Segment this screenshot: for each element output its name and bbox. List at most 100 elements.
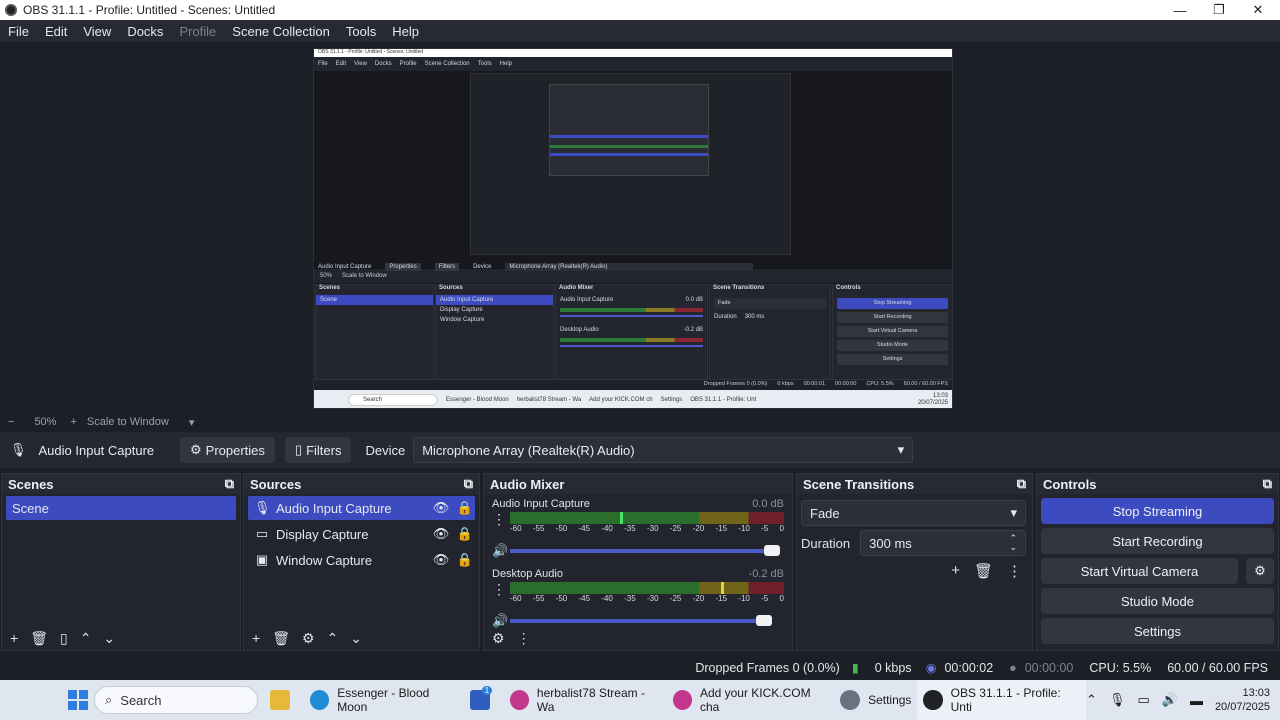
- trash-icon[interactable]: 🗑: [272, 630, 290, 647]
- preview-nested-bar: [550, 145, 708, 148]
- network-icon[interactable]: ▭: [1137, 692, 1149, 708]
- filter-icon[interactable]: ▯: [60, 630, 68, 647]
- taskbar-firefox-1[interactable]: herbalist78 Stream - Wa: [504, 680, 667, 720]
- preview-source-item: Window Capture: [440, 317, 485, 323]
- scenes-footer: + 🗑 ▯ ⌃ ⌄: [2, 626, 240, 650]
- preview-duration-row: Duration 300 ms: [710, 312, 830, 322]
- more-options-icon[interactable]: ⋮: [517, 630, 531, 647]
- preview-status-item: CPU: 5.5%: [866, 381, 894, 387]
- file-explorer-icon[interactable]: [264, 680, 304, 720]
- status-bar: Dropped Frames 0 (0.0%) ▮ 0 kbps ◉ 00:00…: [0, 655, 1280, 680]
- transitions-title: Scene Transitions: [803, 476, 915, 492]
- start-virtual-camera-button[interactable]: Start Virtual Camera: [1041, 558, 1238, 584]
- source-item[interactable]: ▣ Window Capture 👁 🔒: [248, 548, 475, 572]
- add-icon[interactable]: +: [252, 630, 260, 646]
- move-down-icon[interactable]: ⌄: [350, 630, 362, 647]
- move-up-icon[interactable]: ⌃: [80, 630, 92, 647]
- settings-button[interactable]: Settings: [1041, 618, 1274, 644]
- meter-tick-label: 0: [779, 594, 784, 603]
- lock-icon[interactable]: 🔒: [455, 552, 475, 568]
- gear-icon[interactable]: ⚙: [302, 630, 315, 647]
- minimize-button[interactable]: —: [1160, 0, 1200, 20]
- undock-icon[interactable]: ⧉: [1263, 476, 1272, 492]
- properties-button[interactable]: ⚙ Properties: [180, 437, 275, 463]
- meter-tick-label: -50: [555, 524, 568, 533]
- trash-icon[interactable]: 🗑: [30, 630, 48, 647]
- menu-tools[interactable]: Tools: [338, 24, 384, 39]
- duration-spinbox[interactable]: 300 ms ⌃ ⌄: [860, 530, 1026, 556]
- trash-icon[interactable]: 🗑: [974, 562, 993, 580]
- more-options-icon[interactable]: ⋮: [492, 582, 510, 596]
- source-name: Audio Input Capture: [276, 500, 392, 516]
- chevron-down-icon: ▾: [897, 442, 905, 457]
- channel-name: Audio Input Capture: [492, 498, 590, 510]
- taskbar-store[interactable]: 1: [464, 680, 504, 720]
- eye-icon[interactable]: 👁: [431, 552, 451, 568]
- volume-icon[interactable]: 🔊: [1162, 692, 1178, 708]
- menu-view[interactable]: View: [75, 24, 119, 39]
- scale-mode-select[interactable]: Scale to Window: [87, 416, 169, 428]
- start-recording-button[interactable]: Start Recording: [1041, 528, 1274, 554]
- device-select[interactable]: Microphone Array (Realtek(R) Audio) ▾: [413, 437, 914, 463]
- preview-canvas[interactable]: OBS 31.1.1 - Profile: Untitled - Scenes:…: [313, 48, 953, 409]
- menu-help[interactable]: Help: [384, 24, 427, 39]
- volume-slider[interactable]: [510, 615, 772, 626]
- eye-icon[interactable]: 👁: [431, 526, 451, 542]
- menu-scene-collection[interactable]: Scene Collection: [224, 24, 338, 39]
- transition-select[interactable]: Fade ▾: [801, 500, 1026, 526]
- meter-tick-label: -60: [510, 594, 522, 603]
- source-item[interactable]: 🎙 Audio Input Capture 👁 🔒: [248, 496, 475, 520]
- taskbar-settings[interactable]: Settings: [834, 680, 917, 720]
- chevron-up-icon[interactable]: ⌃: [1086, 692, 1097, 708]
- battery-icon[interactable]: ▬: [1190, 693, 1203, 708]
- preview-taskbar-item: OBS 31.1.1 - Profile: Unt: [690, 397, 757, 403]
- spinner-icon[interactable]: ⌃ ⌄: [1009, 534, 1017, 552]
- move-down-icon[interactable]: ⌄: [103, 630, 115, 647]
- filters-button[interactable]: ▯ Filters: [284, 437, 352, 463]
- chevron-down-icon: ▾: [1010, 505, 1017, 520]
- advanced-audio-icon[interactable]: ⚙: [492, 630, 505, 647]
- maximize-button[interactable]: ❐: [1199, 0, 1239, 20]
- source-item[interactable]: ▭ Display Capture 👁 🔒: [248, 522, 475, 546]
- close-button[interactable]: ✕: [1238, 0, 1278, 20]
- lock-icon[interactable]: 🔒: [455, 526, 475, 542]
- more-options-icon[interactable]: ⋮: [1007, 562, 1022, 580]
- add-icon[interactable]: +: [10, 630, 18, 646]
- zoom-out-button[interactable]: −: [8, 416, 14, 428]
- windows-start-icon[interactable]: [68, 690, 88, 710]
- taskbar-firefox-2[interactable]: Add your KICK.COM cha: [667, 680, 834, 720]
- clock[interactable]: 13:03 20/07/2025: [1215, 686, 1270, 714]
- speaker-icon[interactable]: 🔊: [492, 543, 510, 559]
- taskbar-edge[interactable]: Essenger - Blood Moon: [304, 680, 464, 720]
- stream-time: 00:00:02: [944, 660, 994, 675]
- add-icon[interactable]: +: [951, 562, 960, 580]
- menu-docks[interactable]: Docks: [119, 24, 171, 39]
- channel-header: Audio Input Capture 0.0 dB: [492, 496, 784, 512]
- menu-file[interactable]: File: [0, 24, 37, 39]
- move-up-icon[interactable]: ⌃: [327, 630, 339, 647]
- undock-icon[interactable]: ⧉: [225, 476, 234, 492]
- taskbar-search[interactable]: ⌕ Search: [94, 686, 259, 714]
- microphone-icon[interactable]: 🎙: [1109, 692, 1126, 708]
- meter-tick-label: -15: [715, 594, 728, 603]
- scene-item[interactable]: Scene: [6, 496, 236, 520]
- eye-icon[interactable]: 👁: [431, 500, 451, 516]
- volume-slider[interactable]: [510, 545, 780, 556]
- slider-knob[interactable]: [756, 615, 772, 626]
- chevron-down-icon[interactable]: ▾: [189, 416, 195, 429]
- slider-knob[interactable]: [764, 545, 780, 556]
- studio-mode-button[interactable]: Studio Mode: [1041, 588, 1274, 614]
- meter-tick-label: -10: [738, 524, 750, 533]
- lock-icon[interactable]: 🔒: [455, 500, 475, 516]
- menu-edit[interactable]: Edit: [37, 24, 75, 39]
- undock-icon[interactable]: ⧉: [1017, 476, 1026, 492]
- stop-streaming-button[interactable]: Stop Streaming: [1041, 498, 1274, 524]
- zoom-in-button[interactable]: +: [70, 416, 76, 428]
- menu-profile[interactable]: Profile: [171, 24, 224, 39]
- preview-source-name: Audio Input Capture: [318, 264, 372, 270]
- undock-icon[interactable]: ⧉: [464, 476, 473, 492]
- taskbar-obs[interactable]: OBS 31.1.1 - Profile: Unti: [917, 680, 1087, 720]
- more-options-icon[interactable]: ⋮: [492, 512, 510, 526]
- transition-actions: + 🗑 ⋮: [797, 562, 1022, 580]
- virtual-camera-settings-button[interactable]: ⚙: [1246, 558, 1274, 584]
